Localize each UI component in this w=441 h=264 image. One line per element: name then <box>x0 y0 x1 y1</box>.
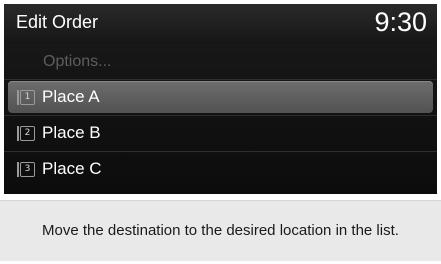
list-item-place-b[interactable]: 2 Place B <box>4 116 437 152</box>
list-item-label: Place B <box>42 123 101 142</box>
instruction-panel: Move the destination to the desired loca… <box>0 200 441 261</box>
page-title: Edit Order <box>16 12 99 32</box>
options-menu-item[interactable]: Options... <box>4 44 437 80</box>
list-item-label: Place C <box>42 159 102 178</box>
list-item-place-a[interactable]: 1 Place A <box>4 80 437 116</box>
screen: Edit Order 9:30 Options... 1 Place A 2 P… <box>0 0 441 264</box>
header-bar: Edit Order 9:30 <box>4 4 437 44</box>
order-number-icon: 3 <box>20 162 35 177</box>
options-label: Options... <box>43 53 112 70</box>
order-marker-icon <box>17 126 19 141</box>
list-item-label: Place A <box>42 87 100 106</box>
order-marker-icon <box>17 162 19 177</box>
clock: 9:30 <box>374 7 427 37</box>
list-item-place-c[interactable]: 3 Place C <box>4 152 437 188</box>
order-marker-icon <box>17 90 19 105</box>
order-number-icon: 2 <box>20 126 35 141</box>
instruction-text: Move the destination to the desired loca… <box>42 222 399 239</box>
order-number-icon: 1 <box>20 90 35 105</box>
nav-display: Edit Order 9:30 Options... 1 Place A 2 P… <box>4 4 437 194</box>
